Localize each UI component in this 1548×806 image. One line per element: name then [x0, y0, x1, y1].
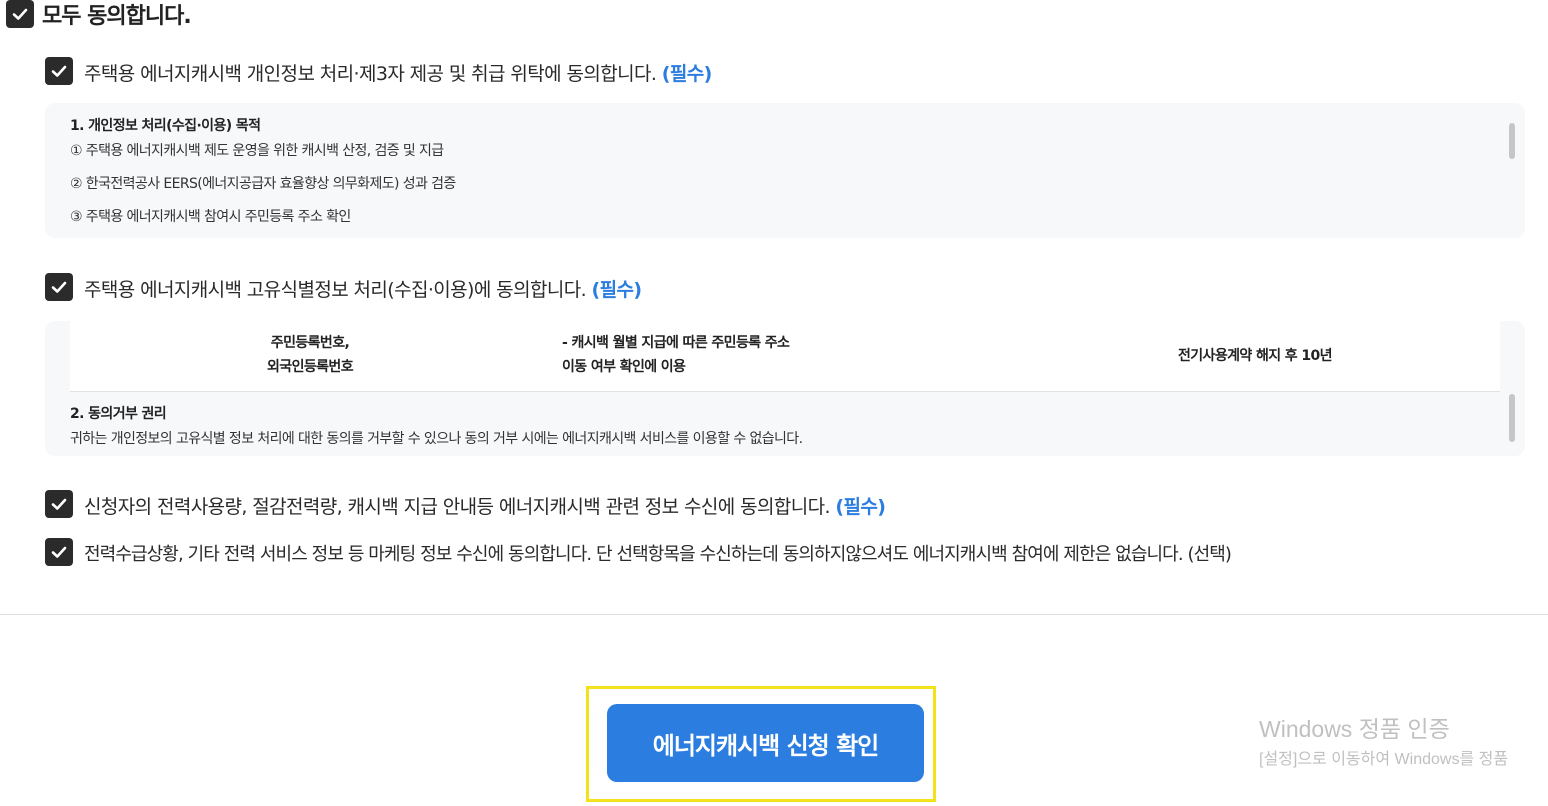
check-icon — [51, 281, 67, 293]
scrollbar-thumb[interactable] — [1509, 123, 1515, 159]
cell-line: 이동 여부 확인에 이용 — [562, 359, 686, 375]
privacy-terms-box[interactable]: 1. 개인정보 처리(수집·이용) 목적 ① 주택용 에너지캐시백 제도 운영을… — [45, 103, 1525, 238]
required-tag: (필수) — [835, 496, 886, 518]
table-cell-purpose: - 캐시백 월별 지급에 따른 주민등록 주소 이동 여부 확인에 이용 — [562, 331, 790, 379]
refusal-right-title: 2. 동의거부 권리 — [70, 406, 167, 422]
privacy-box-title: 1. 개인정보 처리(수집·이용) 목적 — [70, 118, 261, 134]
consent-label-info-receive: 신청자의 전력사용량, 절감전력량, 캐시백 지급 안내등 에너지캐시백 관련 … — [84, 492, 886, 519]
scrollbar-thumb[interactable] — [1509, 394, 1515, 442]
section-divider — [0, 614, 1548, 615]
table-cell-retention: 전기사용계약 해지 후 10년 — [1178, 348, 1333, 364]
consent-checkbox-unique-id[interactable] — [45, 273, 73, 301]
refusal-right-text: 귀하는 개인정보의 고유식별 정보 처리에 대한 동의를 거부할 수 있으나 동… — [70, 431, 803, 447]
windows-activation-title: Windows 정품 인증 — [1259, 716, 1450, 742]
agree-all-checkbox[interactable] — [6, 0, 34, 28]
apply-confirm-button[interactable]: 에너지캐시백 신청 확인 — [607, 704, 924, 782]
check-icon — [12, 8, 28, 20]
agree-all-label: 모두 동의합니다. — [42, 4, 192, 29]
privacy-box-line: ③ 주택용 에너지캐시백 참여시 주민등록 주소 확인 — [70, 209, 351, 225]
required-tag: (필수) — [591, 279, 642, 301]
check-icon — [51, 546, 67, 558]
consent-text: 신청자의 전력사용량, 절감전력량, 캐시백 지급 안내등 에너지캐시백 관련 … — [84, 496, 831, 518]
cell-line: 주민등록번호, — [270, 335, 350, 351]
consent-text: 주택용 에너지캐시백 고유식별정보 처리(수집·이용)에 동의합니다. — [84, 279, 587, 301]
privacy-box-line: ① 주택용 에너지캐시백 제도 운영을 위한 캐시백 산정, 검증 및 지급 — [70, 143, 444, 159]
consent-text: 주택용 에너지캐시백 개인정보 처리·제3자 제공 및 취급 위탁에 동의합니다… — [84, 63, 657, 85]
privacy-box-line: ② 한국전력공사 EERS(에너지공급자 효율향상 의무화제도) 성과 검증 — [70, 176, 456, 192]
consent-checkbox-privacy[interactable] — [45, 57, 73, 85]
consent-text: 전력수급상황, 기타 전력 서비스 정보 등 마케팅 정보 수신에 동의합니다.… — [84, 544, 1232, 565]
consent-label-marketing: 전력수급상황, 기타 전력 서비스 정보 등 마케팅 정보 수신에 동의합니다.… — [84, 540, 1232, 566]
unique-id-terms-box[interactable]: 주민등록번호, 외국인등록번호 - 캐시백 월별 지급에 따른 주민등록 주소 … — [45, 321, 1525, 456]
cell-line: 외국인등록번호 — [267, 359, 354, 375]
check-icon — [51, 65, 67, 77]
consent-checkbox-marketing[interactable] — [45, 538, 73, 566]
windows-activation-subtitle: [설정]으로 이동하여 Windows를 정품 — [1259, 751, 1509, 768]
check-icon — [51, 498, 67, 510]
table-cell-item: 주민등록번호, 외국인등록번호 — [255, 331, 365, 379]
cell-line: - 캐시백 월별 지급에 따른 주민등록 주소 — [562, 335, 790, 351]
consent-label-unique-id: 주택용 에너지캐시백 고유식별정보 처리(수집·이용)에 동의합니다. (필수) — [84, 275, 642, 302]
unique-id-table-row: 주민등록번호, 외국인등록번호 - 캐시백 월별 지급에 따른 주민등록 주소 … — [70, 321, 1500, 392]
required-tag: (필수) — [661, 63, 713, 85]
consent-label-privacy: 주택용 에너지캐시백 개인정보 처리·제3자 제공 및 취급 위탁에 동의합니다… — [84, 59, 712, 86]
consent-checkbox-info-receive[interactable] — [45, 490, 73, 518]
